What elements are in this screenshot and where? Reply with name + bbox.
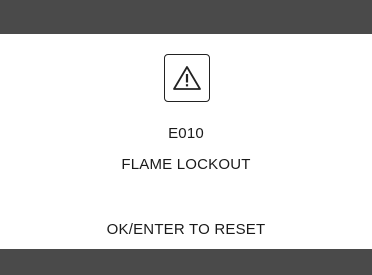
alert-panel: E010 FLAME LOCKOUT OK/ENTER TO RESET (10, 34, 362, 249)
error-code: E010 (168, 125, 204, 142)
reset-instruction: OK/ENTER TO RESET (106, 221, 266, 238)
warning-triangle-icon (173, 66, 201, 90)
warning-icon-frame (164, 54, 210, 102)
error-message: FLAME LOCKOUT (121, 156, 251, 173)
bottom-bar (0, 249, 372, 275)
lockout-screen: E010 FLAME LOCKOUT OK/ENTER TO RESET (0, 0, 372, 275)
top-bar (0, 0, 372, 34)
